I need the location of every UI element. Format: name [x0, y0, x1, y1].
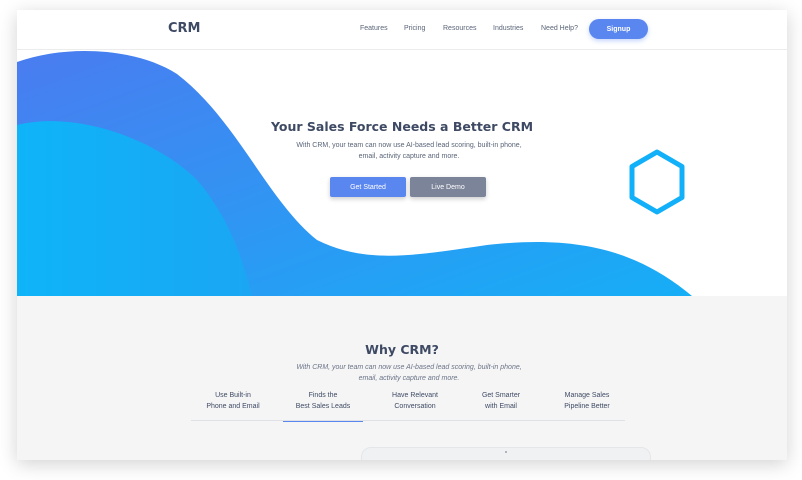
tab-label-line: Use Built-in	[215, 392, 251, 399]
nav-link-need-help[interactable]: Need Help?	[541, 25, 578, 32]
hero-title: Your Sales Force Needs a Better CRM	[270, 119, 534, 134]
hero-section: Your Sales Force Needs a Better CRM With…	[17, 50, 787, 296]
get-started-button[interactable]: Get Started	[330, 177, 406, 197]
hero-subtitle: With CRM, your team can now use AI-based…	[296, 142, 522, 160]
nav-link-resources[interactable]: Resources	[443, 25, 476, 32]
tab-manage-sales-pipeline-better[interactable]: Manage Sales Pipeline Better	[547, 391, 627, 421]
tab-label-line: Conversation	[394, 402, 436, 410]
tab-label-line: Get Smarter	[481, 392, 521, 399]
tab-label-line: Best Sales Leads	[295, 402, 351, 410]
browser-frame: CRM Features Pricing Resources Industrie…	[17, 10, 787, 460]
section-title: Why CRM?	[365, 342, 439, 357]
feature-preview-card	[361, 447, 651, 460]
feature-tabs: Use Built-in Phone and Email Finds the B…	[191, 391, 627, 422]
tab-label-line: Finds the	[308, 392, 338, 399]
tab-label-line: Have Relevant	[392, 392, 438, 399]
tab-label-line: Phone and Email	[206, 402, 260, 410]
tab-label-line: Pipeline Better	[564, 402, 610, 410]
hexagon-outline-icon	[629, 149, 685, 215]
tab-label-line: with Email	[485, 402, 517, 410]
why-crm-section: Why CRM? With CRM, your team can now use…	[17, 296, 787, 460]
nav-link-pricing[interactable]: Pricing	[404, 25, 425, 32]
tab-use-built-in-phone-and-email[interactable]: Use Built-in Phone and Email	[193, 391, 273, 421]
brand-logo[interactable]: CRM	[168, 21, 201, 36]
tab-label-line: Manage Sales	[564, 392, 610, 399]
section-subtitle: With CRM, your team can now use AI-based…	[296, 364, 522, 382]
nav-link-industries[interactable]: Industries	[493, 25, 523, 32]
tab-have-relevant-conversation[interactable]: Have Relevant Conversation	[375, 391, 455, 421]
signup-button[interactable]: Signup	[589, 19, 648, 39]
preview-dot	[505, 451, 507, 453]
nav-link-features[interactable]: Features	[360, 25, 388, 32]
live-demo-button[interactable]: Live Demo	[410, 177, 486, 197]
tab-finds-the-best-sales-leads[interactable]: Finds the Best Sales Leads	[283, 391, 363, 422]
top-navbar: CRM Features Pricing Resources Industrie…	[17, 10, 787, 50]
tab-get-smarter-with-email[interactable]: Get Smarter with Email	[461, 391, 541, 421]
